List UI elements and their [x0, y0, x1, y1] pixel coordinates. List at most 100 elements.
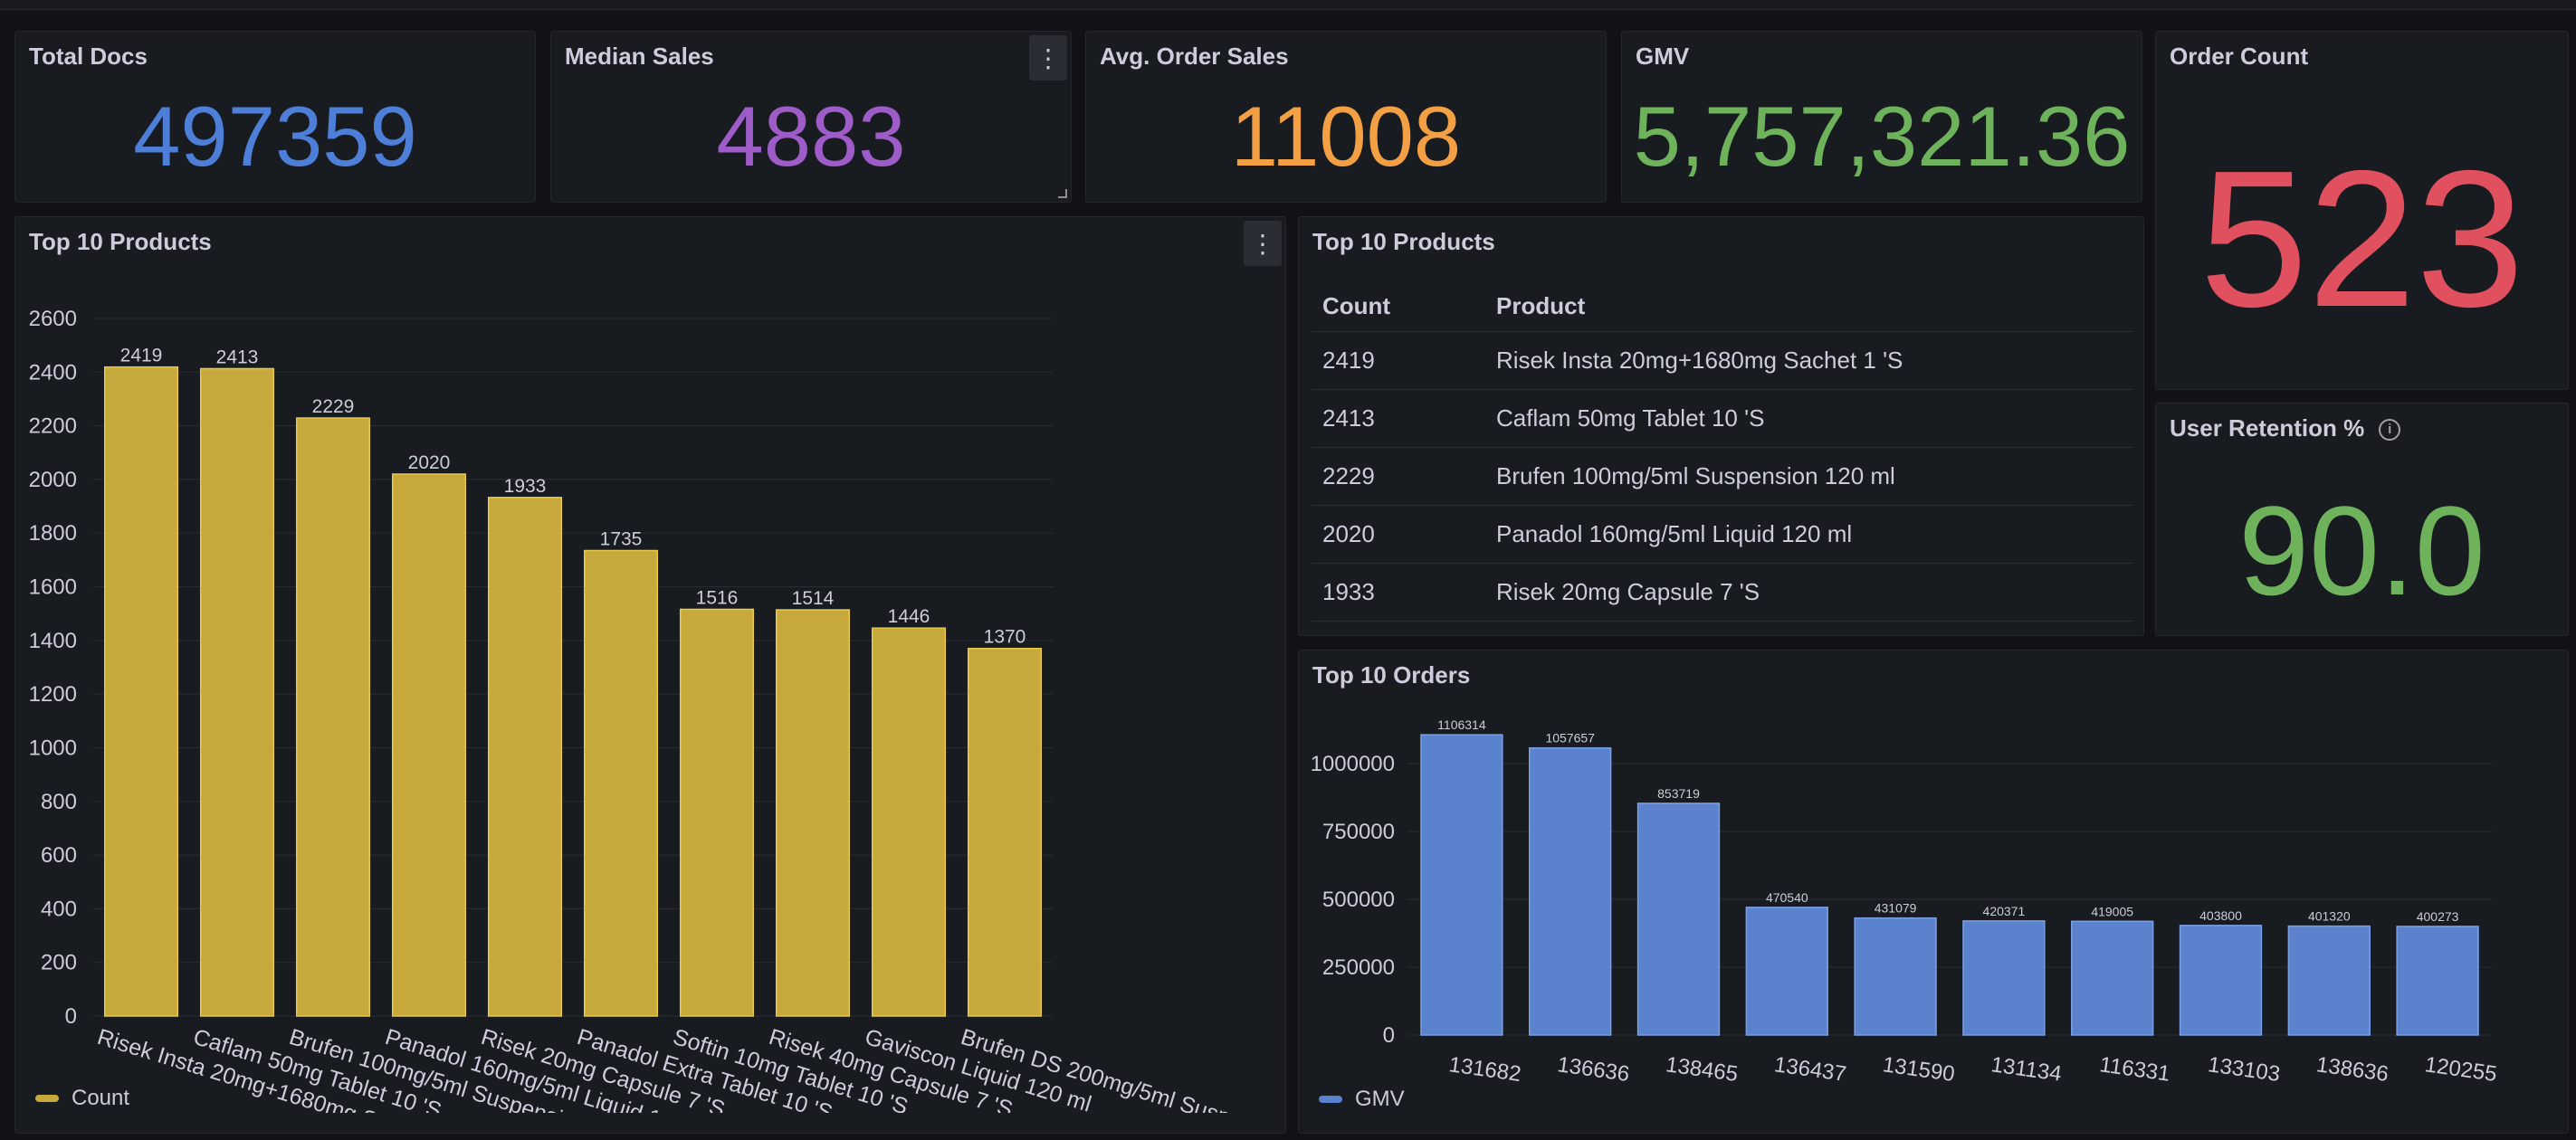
bar[interactable] — [1529, 746, 1612, 1036]
bar[interactable] — [2071, 920, 2154, 1036]
stat-panel-gmv[interactable]: GMV 5,757,321.36 — [1621, 31, 2142, 203]
panel-menu-button[interactable]: ⋮ — [1244, 221, 1282, 266]
panel-title: GMV — [1636, 43, 1690, 70]
bar[interactable] — [967, 647, 1043, 1017]
bar-value-label: 1933 — [504, 476, 547, 497]
x-tick-label: 136636 — [1556, 1052, 1631, 1087]
chart-panel-top-products[interactable]: Top 10 Products ⋮ 0 200 400 600 800 1000 1200 1… — [14, 216, 1286, 1134]
x-tick-label: 116331 — [2098, 1052, 2171, 1087]
panel-title: Top 10 Products — [29, 228, 212, 255]
bar[interactable] — [1420, 734, 1503, 1036]
x-tick-label: 138636 — [2314, 1052, 2390, 1087]
column-header-count[interactable]: Count — [1312, 280, 1485, 332]
bar[interactable] — [583, 549, 659, 1017]
chart-panel-top-orders[interactable]: Top 10 Orders 0 250000 500000 750000 1000000… — [1298, 650, 2569, 1134]
vertical-ellipsis-icon: ⋮ — [1035, 43, 1061, 72]
bar[interactable] — [2287, 925, 2371, 1036]
y-tick-label: 1000000 — [1311, 752, 1395, 776]
cell-count: 2413 — [1312, 389, 1485, 448]
bar-value-label: 470540 — [1766, 890, 1808, 905]
x-tick-label: 133103 — [2207, 1052, 2282, 1087]
panel-title: Avg. Order Sales — [1100, 43, 1289, 70]
info-circle-icon[interactable]: i — [2379, 419, 2401, 442]
y-tick-label: 2400 — [29, 360, 77, 385]
y-tick-label: 400 — [41, 897, 77, 921]
bar[interactable] — [775, 609, 851, 1017]
bar-value-label: 2419 — [120, 346, 163, 366]
bar[interactable] — [2179, 925, 2263, 1036]
stat-panel-order-count[interactable]: Order Count 523 — [2155, 31, 2569, 390]
bar-value-label: 431079 — [1875, 901, 1917, 916]
bar[interactable] — [1854, 917, 1937, 1036]
stat-panel-median-sales[interactable]: Median Sales ⋮ 4883 — [550, 31, 1072, 203]
panel-title: Top 10 Products — [1312, 228, 1495, 255]
bar[interactable] — [199, 367, 275, 1017]
bar[interactable] — [679, 608, 755, 1017]
cell-product: Panadol 160mg/5ml Liquid 120 ml — [1485, 505, 2133, 564]
bar-value-label: 853719 — [1657, 786, 1700, 801]
panel-title: Median Sales — [565, 43, 714, 70]
y-tick-label: 1200 — [29, 682, 77, 707]
cell-count: 2419 — [1312, 331, 1485, 390]
table-row: 2413 Caflam 50mg Tablet 10 'S — [1312, 389, 2133, 448]
panel-resize-handle[interactable] — [1058, 189, 1067, 198]
bar-value-label: 1106314 — [1437, 717, 1486, 732]
table-row: 2419 Risek Insta 20mg+1680mg Sachet 1 'S — [1312, 331, 2133, 390]
bar-value-label: 420371 — [1983, 904, 2026, 918]
bar[interactable] — [1962, 920, 2046, 1036]
panel-title: Top 10 Orders — [1312, 661, 1471, 689]
x-tick-label: 131134 — [1989, 1052, 2063, 1087]
cell-product: Risek Insta 20mg+1680mg Sachet 1 'S — [1485, 331, 2133, 390]
legend-label: GMV — [1355, 1087, 1405, 1111]
legend-swatch — [1319, 1096, 1342, 1103]
bar-value-label: 401320 — [2308, 909, 2351, 924]
column-header-product[interactable]: Product — [1485, 280, 2133, 332]
bar[interactable] — [1745, 907, 1828, 1036]
bar-value-label: 1446 — [888, 606, 930, 627]
stat-panel-avg-order-sales[interactable]: Avg. Order Sales 11008 — [1085, 31, 1607, 203]
table-header-row: Count Product — [1312, 280, 2133, 332]
legend-swatch — [35, 1095, 59, 1102]
bar-value-label: 1735 — [600, 529, 643, 550]
vertical-ellipsis-icon: ⋮ — [1250, 229, 1275, 258]
panel-title: Total Docs — [29, 43, 148, 70]
bar-value-label: 400273 — [2417, 909, 2459, 924]
y-tick-label: 2000 — [29, 468, 77, 492]
cell-count: 2229 — [1312, 447, 1485, 506]
bar[interactable] — [871, 627, 947, 1017]
bar[interactable] — [1636, 803, 1721, 1036]
table-row: 2020 Panadol 160mg/5ml Liquid 120 ml — [1312, 505, 2133, 564]
dashboard-top-bar — [0, 0, 2576, 10]
cell-product: Risek 20mg Capsule 7 'S — [1485, 563, 2133, 622]
bar-value-label: 403800 — [2199, 908, 2242, 923]
bar-value-label: 2413 — [216, 347, 259, 367]
x-tick-label: 138465 — [1665, 1052, 1740, 1087]
stat-panel-total-docs[interactable]: Total Docs 497359 — [14, 31, 536, 203]
bar[interactable] — [103, 366, 179, 1017]
bar-value-label: 2020 — [408, 452, 451, 473]
orders-bar-chart: 0 250000 500000 750000 1000000 1106314 131682 1… — [1311, 717, 2499, 1087]
y-tick-label: 500000 — [1322, 888, 1395, 912]
panel-title: Order Count — [2170, 43, 2309, 70]
y-tick-label: 1000 — [29, 736, 77, 760]
bar[interactable] — [295, 417, 371, 1017]
x-tick-label: 131682 — [1447, 1052, 1522, 1087]
bar-value-label: 1057657 — [1545, 731, 1595, 746]
bar[interactable] — [391, 473, 467, 1017]
legend-label: Count — [72, 1086, 130, 1110]
panel-title: User Retention % i — [2170, 414, 2401, 442]
y-tick-label: 250000 — [1322, 955, 1395, 980]
stat-value-median-sales: 4883 — [716, 89, 906, 184]
y-tick-label: 0 — [1383, 1023, 1395, 1048]
table-panel-top-products[interactable]: Top 10 Products Count Product 2419 Risek … — [1298, 216, 2144, 636]
stat-value-order-count: 523 — [2199, 129, 2524, 347]
chart-legend[interactable]: GMV — [1319, 1087, 1405, 1112]
bar[interactable] — [487, 497, 563, 1017]
bar[interactable] — [2396, 926, 2479, 1036]
stat-panel-user-retention[interactable]: User Retention % i 90.0 — [2155, 403, 2569, 636]
y-tick-label: 2200 — [29, 414, 77, 439]
bar-value-label: 419005 — [2091, 904, 2133, 918]
y-tick-label: 1600 — [29, 575, 77, 600]
chart-legend[interactable]: Count — [35, 1086, 129, 1111]
panel-menu-button[interactable]: ⋮ — [1029, 35, 1067, 81]
